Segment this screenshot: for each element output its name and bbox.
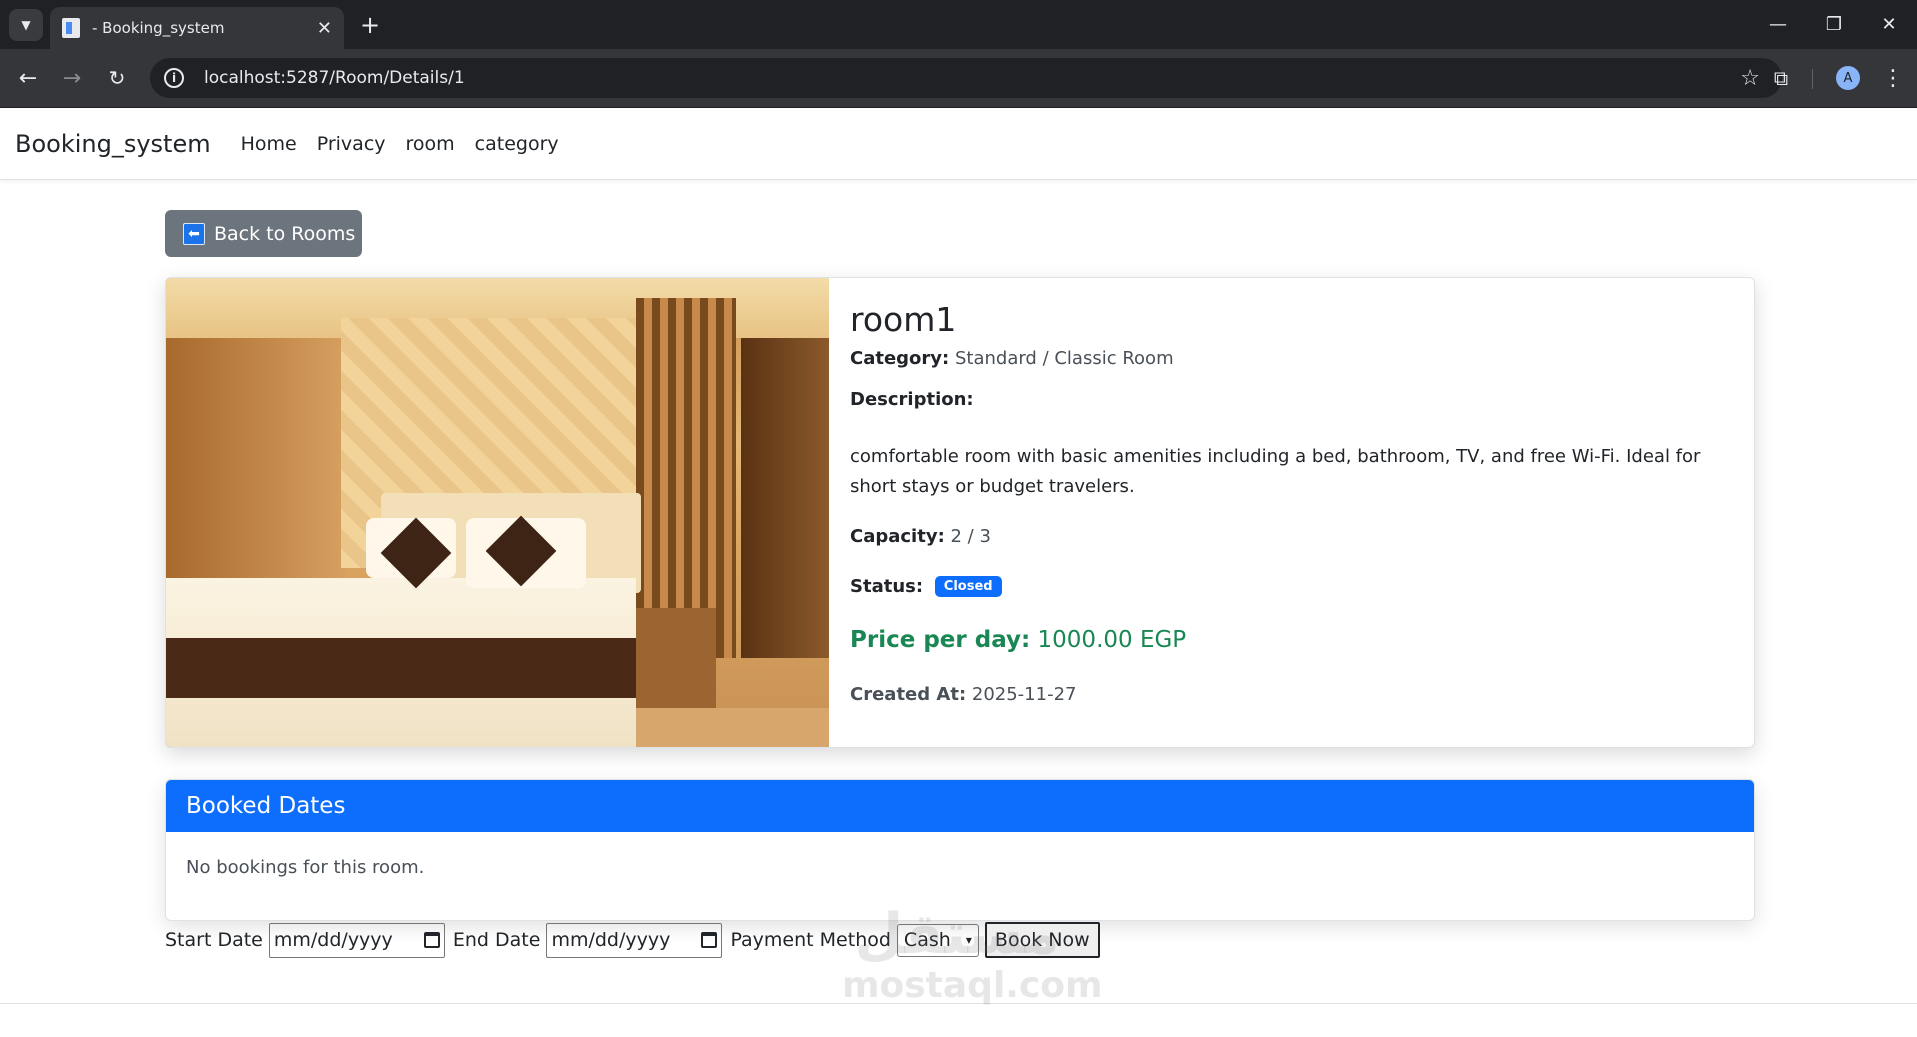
room-status: Status: Closed [850,576,1002,597]
start-date-value: mm/dd/yyyy [273,929,393,951]
booking-form: Start Date mm/dd/yyyy End Date mm/dd/yyy… [165,922,1100,958]
new-tab-plus-icon[interactable]: + [354,9,386,41]
tab-title: - Booking_system [92,19,225,37]
tab-close-icon[interactable]: ✕ [317,18,332,39]
forward-arrow-icon[interactable]: → [55,61,89,95]
capacity-label: Capacity: [850,526,945,547]
page-favicon-icon [62,18,80,38]
status-label: Status: [850,576,924,597]
start-date-input[interactable]: mm/dd/yyyy [268,922,445,958]
room-capacity: Capacity: 2 / 3 [850,526,991,547]
site-info-icon[interactable]: i [164,68,184,88]
category-value: Standard / Classic Room [954,348,1174,369]
address-bar[interactable]: i localhost:5287/Room/Details/1 ☆ [150,58,1782,98]
nav-link-category[interactable]: category [475,133,559,155]
room-detail-card: room1 Category: Standard / Classic Room … [165,277,1755,748]
end-date-input[interactable]: mm/dd/yyyy [546,922,723,958]
nav-link-room[interactable]: room [406,133,455,155]
created-value: 2025-11-27 [971,684,1077,705]
back-to-rooms-button[interactable]: ⬅ Back to Rooms [165,210,362,257]
booked-dates-card: Booked Dates No bookings for this room. [165,779,1755,921]
room-category: Category: Standard / Classic Room [850,348,1174,369]
calendar-icon[interactable] [423,932,440,948]
end-date-value: mm/dd/yyyy [551,929,671,951]
end-date-label: End Date [452,929,541,951]
browser-tab-bar: ▼ - Booking_system ✕ + — ❐ ✕ [0,0,1917,49]
price-label: Price per day: [850,627,1031,653]
nav-link-privacy[interactable]: Privacy [317,133,386,155]
chevron-down-icon: ▾ [965,933,972,947]
room-details: room1 Category: Standard / Classic Room … [850,278,1750,747]
room-created-at: Created At: 2025-11-27 [850,684,1076,705]
booked-dates-title: Booked Dates [166,780,1754,832]
watermark-text: mostaql.com [842,965,1103,1006]
toolbar-separator [1812,69,1813,89]
window-close-icon[interactable]: ✕ [1861,0,1917,49]
reload-icon[interactable]: ↻ [100,61,134,95]
back-arrow-icon[interactable]: ← [11,61,45,95]
minimize-icon[interactable]: — [1750,0,1806,49]
bookmark-star-icon[interactable]: ☆ [1740,66,1760,91]
restore-icon[interactable]: ❐ [1806,0,1862,49]
category-label: Category: [850,348,950,369]
start-date-label: Start Date [165,929,263,951]
created-label: Created At: [850,684,967,705]
calendar-icon[interactable] [701,932,718,948]
extensions-puzzle-icon[interactable]: ⧉ [1764,61,1798,95]
description-label: Description: [850,389,974,410]
description-heading: Description: [850,389,974,410]
nav-link-home[interactable]: Home [241,133,297,155]
back-button-label: Back to Rooms [214,222,356,245]
payment-method-label: Payment Method [730,929,891,951]
footer-divider [0,1003,1917,1004]
tab-search-chevron-icon[interactable]: ▼ [9,9,43,41]
browser-tab[interactable]: - Booking_system ✕ [50,7,344,49]
description-value: comfortable room with basic amenities in… [850,446,1701,497]
profile-avatar[interactable]: A [1836,66,1860,90]
navbar-brand[interactable]: Booking_system [15,130,211,158]
booked-dates-empty: No bookings for this room. [186,857,425,878]
book-now-button[interactable]: Book Now [984,922,1100,958]
price-value: 1000.00 EGP [1037,627,1187,653]
left-arrow-icon: ⬅ [183,222,205,245]
capacity-value: 2 / 3 [950,526,991,547]
payment-method-select[interactable]: Cash ▾ [896,923,979,957]
url-text[interactable]: localhost:5287/Room/Details/1 [204,68,1740,88]
room-price: Price per day: 1000.00 EGP [850,627,1186,653]
room-photo [166,278,829,747]
browser-toolbar: ← → ↻ i localhost:5287/Room/Details/1 ☆ … [0,49,1917,108]
site-navbar: Booking_system Home Privacy room categor… [0,109,1917,180]
payment-method-value: Cash [903,929,951,951]
browser-menu-icon[interactable]: ⋮ [1876,61,1910,95]
status-badge: Closed [934,576,1002,597]
room-name: room1 [850,300,957,339]
